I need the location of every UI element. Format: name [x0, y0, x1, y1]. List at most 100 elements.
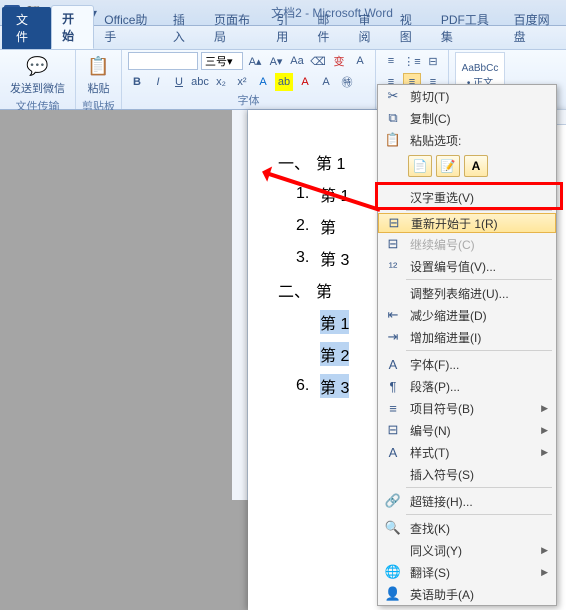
shrink-font-icon[interactable]: A▾ — [267, 52, 285, 70]
clear-format-icon[interactable]: ⌫ — [309, 52, 327, 70]
subscript-icon[interactable]: x₂ — [212, 73, 230, 91]
paste-merge-icon[interactable]: 📝 — [436, 155, 460, 177]
numbering-icon: ⊟ — [382, 422, 404, 438]
multilevel-icon[interactable]: ⊟ — [424, 52, 442, 70]
tab-view[interactable]: 视图 — [390, 7, 431, 49]
bullets-icon[interactable]: ≡ — [382, 52, 400, 70]
ctx-copy[interactable]: ⧉复制(C) — [378, 107, 556, 129]
ctx-numbering[interactable]: ⊟编号(N)▶ — [378, 419, 556, 441]
paste-keep-source-icon[interactable]: 📄 — [408, 155, 432, 177]
separator — [406, 514, 552, 515]
paragraph-icon: ¶ — [382, 379, 404, 394]
chevron-right-icon: ▶ — [541, 567, 548, 578]
paste-text-only-icon[interactable]: A — [464, 155, 488, 177]
ctx-set-numbering-value[interactable]: ¹²设置编号值(V)... — [378, 255, 556, 277]
tab-home[interactable]: 开始 — [51, 5, 94, 49]
paste-icon: 📋 — [87, 54, 111, 78]
phonetic-icon[interactable]: 变 — [330, 52, 348, 70]
tab-file[interactable]: 文件 — [2, 7, 51, 49]
font-name-combo[interactable] — [128, 52, 198, 70]
tab-pdf-tools[interactable]: PDF工具集 — [431, 7, 504, 49]
grow-font-icon[interactable]: A▴ — [246, 52, 264, 70]
separator — [406, 487, 552, 488]
copy-icon: ⧉ — [382, 110, 404, 126]
bullets-icon: ≡ — [382, 401, 404, 416]
paste-button[interactable]: 📋 粘贴 — [82, 52, 115, 98]
tab-page-layout[interactable]: 页面布局 — [204, 7, 266, 49]
ctx-paragraph[interactable]: ¶段落(P)... — [378, 375, 556, 397]
increase-indent-icon: ⇥ — [382, 329, 404, 345]
ctx-paste-options: 📋粘贴选项: — [378, 129, 556, 151]
ctx-restart-at-1[interactable]: ⊟重新开始于 1(R) — [378, 213, 556, 233]
vertical-ruler — [232, 110, 248, 500]
chevron-right-icon: ▶ — [541, 447, 548, 458]
styles-icon: A — [382, 445, 404, 460]
italic-icon[interactable]: I — [149, 73, 167, 91]
lookup-icon: 🔍 — [382, 520, 404, 536]
continue-numbering-icon: ⊟ — [382, 236, 404, 252]
separator — [406, 279, 552, 280]
chevron-right-icon: ▶ — [541, 403, 548, 414]
group-font: 三号▾ A▴ A▾ Aa ⌫ 变 A B I U abc x₂ x² A ab … — [122, 50, 376, 109]
chevron-right-icon: ▶ — [541, 425, 548, 436]
group-clipboard: 📋 粘贴 剪贴板 — [76, 50, 122, 109]
superscript-icon[interactable]: x² — [233, 73, 251, 91]
group-file-transfer: 💬 发送到微信 文件传输 — [0, 50, 76, 109]
ctx-hanzi-reselect[interactable]: 汉字重选(V) — [378, 186, 556, 208]
tab-baidu-netdisk[interactable]: 百度网盘 — [504, 7, 566, 49]
translate-icon: 🌐 — [382, 564, 404, 580]
tab-review[interactable]: 审阅 — [349, 7, 390, 49]
ctx-adjust-list-indent[interactable]: 调整列表缩进(U)... — [378, 282, 556, 304]
numbering-icon[interactable]: ⋮≡ — [403, 52, 421, 70]
chevron-right-icon: ▶ — [541, 545, 548, 556]
ctx-increase-indent[interactable]: ⇥增加缩进量(I) — [378, 326, 556, 348]
ctx-cut[interactable]: ✂剪切(T) — [378, 85, 556, 107]
ctx-decrease-indent[interactable]: ⇤减少缩进量(D) — [378, 304, 556, 326]
ctx-english-assistant[interactable]: 👤英语助手(A) — [378, 583, 556, 605]
char-shading-icon[interactable]: A — [317, 73, 335, 91]
send-to-wechat-button[interactable]: 💬 发送到微信 — [6, 52, 69, 98]
style-preview: AaBbCc — [462, 63, 499, 74]
ctx-bullets[interactable]: ≡项目符号(B)▶ — [378, 397, 556, 419]
font-icon: A — [382, 357, 404, 372]
ribbon-tabs: 文件 开始 Office助手 插入 页面布局 引用 邮件 审阅 视图 PDF工具… — [0, 26, 566, 50]
separator — [406, 183, 552, 184]
assistant-icon: 👤 — [382, 586, 404, 602]
strike-icon[interactable]: abc — [191, 73, 209, 91]
font-color-icon[interactable]: A — [296, 73, 314, 91]
group-label-font: 字体 — [128, 92, 369, 109]
paste-label: 粘贴 — [88, 80, 110, 96]
restart-numbering-icon: ⊟ — [383, 215, 405, 231]
separator — [406, 210, 552, 211]
ctx-synonyms[interactable]: 同义词(Y)▶ — [378, 539, 556, 561]
ctx-styles[interactable]: A样式(T)▶ — [378, 441, 556, 463]
tab-office-assistant[interactable]: Office助手 — [94, 7, 163, 49]
ctx-continue-numbering: ⊟继续编号(C) — [378, 233, 556, 255]
wechat-icon: 💬 — [26, 54, 50, 78]
cut-icon: ✂ — [382, 88, 404, 104]
ctx-font[interactable]: A字体(F)... — [378, 353, 556, 375]
ctx-lookup[interactable]: 🔍查找(K) — [378, 517, 556, 539]
tab-mail[interactable]: 邮件 — [307, 7, 348, 49]
paste-icon: 📋 — [382, 132, 404, 148]
text-effects-icon[interactable]: A — [254, 73, 272, 91]
change-case-icon[interactable]: Aa — [288, 52, 306, 70]
set-value-icon: ¹² — [382, 259, 404, 274]
font-size-combo[interactable]: 三号▾ — [201, 52, 243, 70]
context-menu: ✂剪切(T) ⧉复制(C) 📋粘贴选项: 📄 📝 A 汉字重选(V) ⊟重新开始… — [377, 84, 557, 606]
underline-icon[interactable]: U — [170, 73, 188, 91]
enclose-char-icon[interactable]: ㊕ — [338, 73, 356, 91]
tab-references[interactable]: 引用 — [266, 7, 307, 49]
ctx-insert-symbol[interactable]: 插入符号(S) — [378, 463, 556, 485]
bold-icon[interactable]: B — [128, 73, 146, 91]
highlight-icon[interactable]: ab — [275, 73, 293, 91]
decrease-indent-icon: ⇤ — [382, 307, 404, 323]
hyperlink-icon: 🔗 — [382, 493, 404, 509]
separator — [406, 350, 552, 351]
send-to-wechat-label: 发送到微信 — [10, 80, 65, 96]
paste-options-row: 📄 📝 A — [378, 151, 556, 181]
ctx-hyperlink[interactable]: 🔗超链接(H)... — [378, 490, 556, 512]
border-char-icon[interactable]: A — [351, 52, 369, 70]
tab-insert[interactable]: 插入 — [163, 7, 204, 49]
ctx-translate[interactable]: 🌐翻译(S)▶ — [378, 561, 556, 583]
